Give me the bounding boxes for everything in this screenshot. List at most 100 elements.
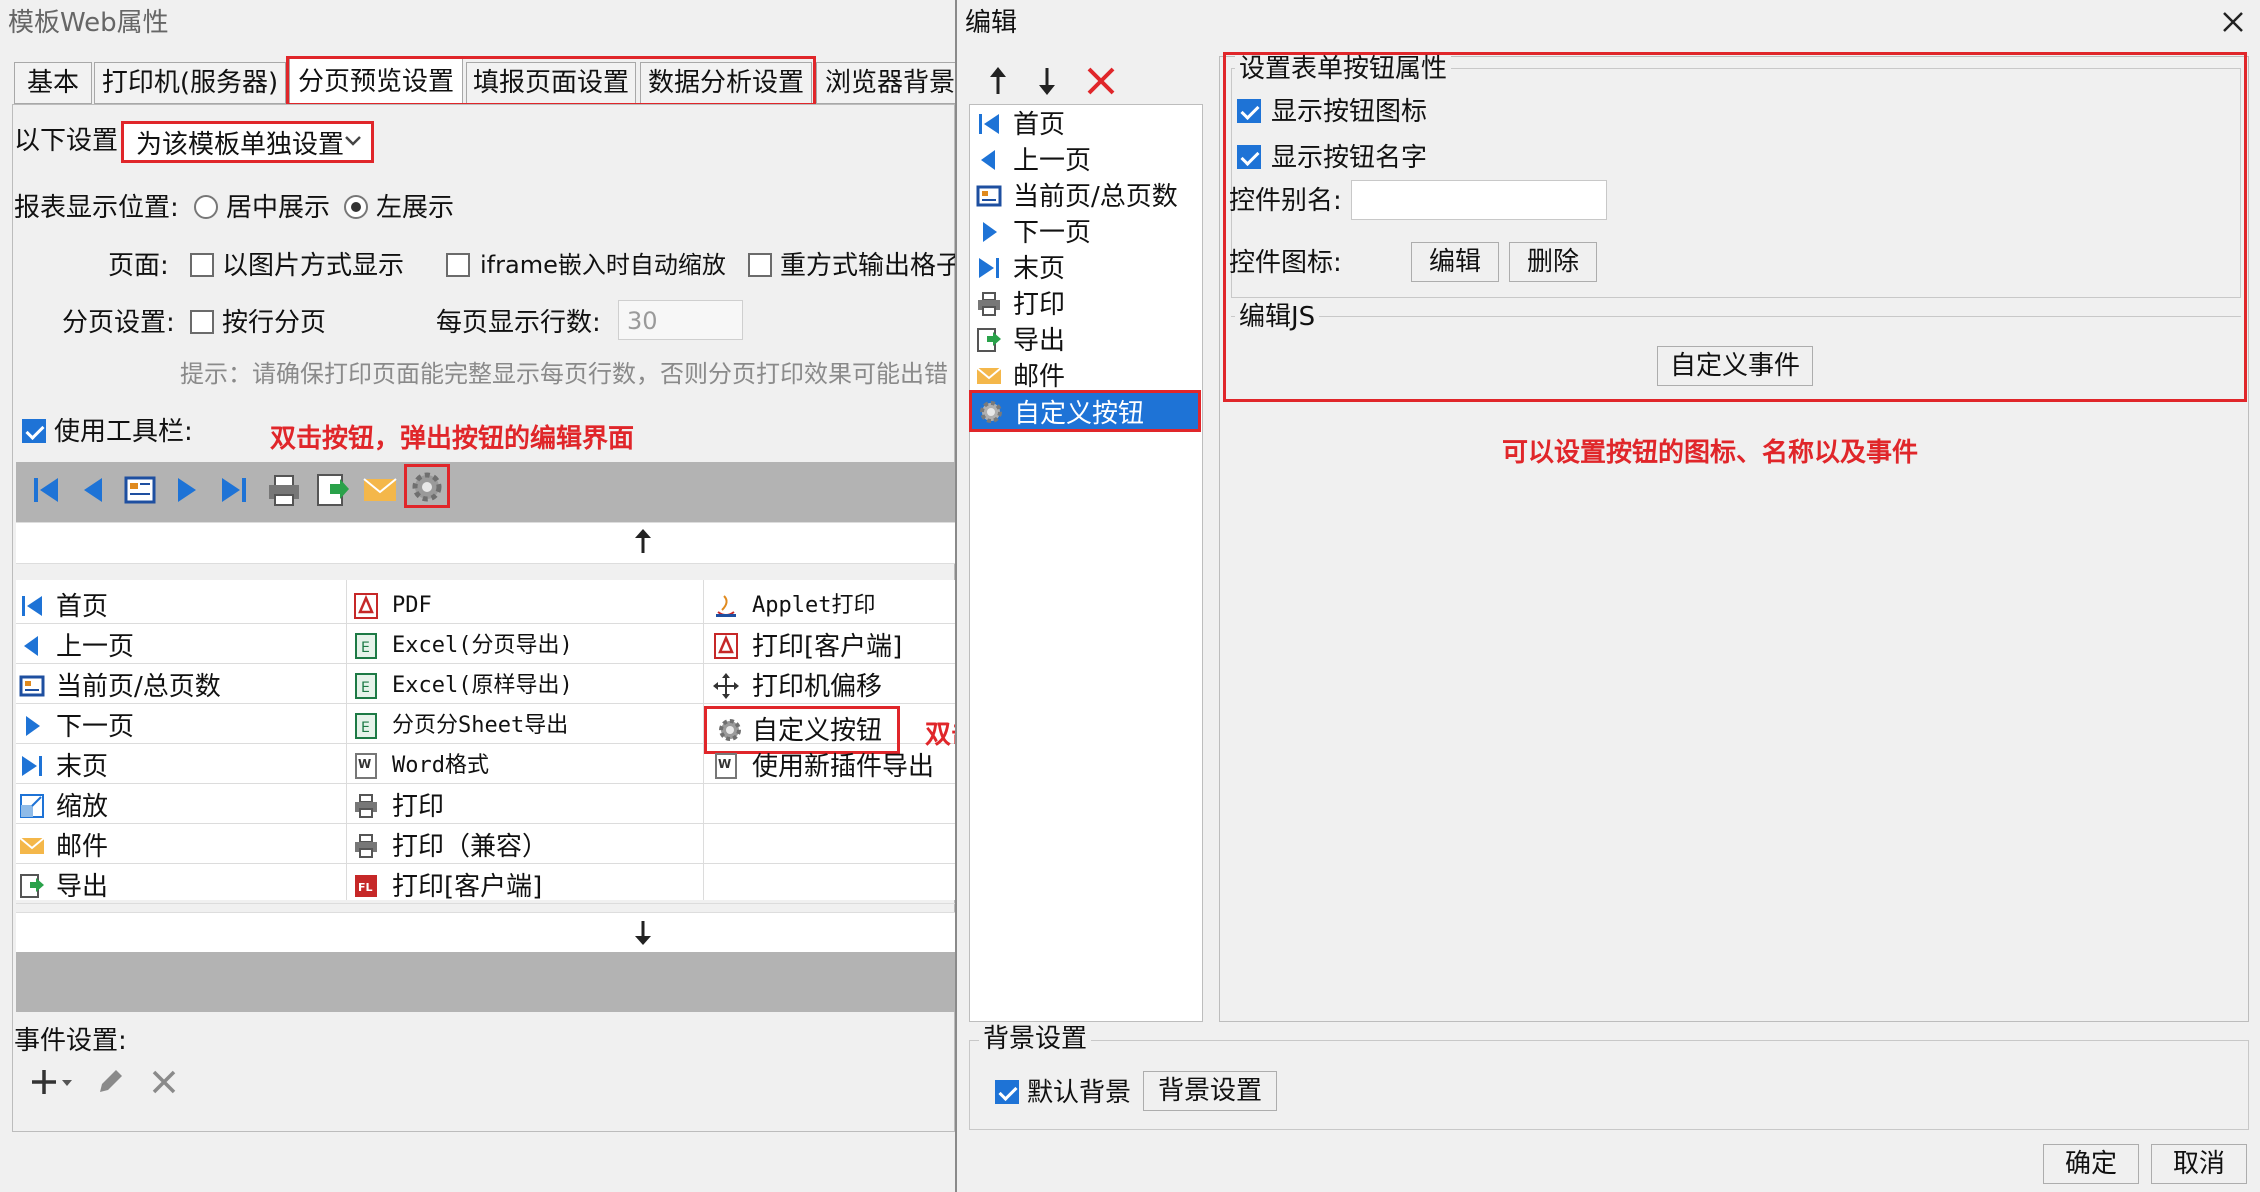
page-count-icon [18,672,46,700]
grid-row [16,784,955,824]
default-bg-label: 默认背景 [1027,1078,1132,1108]
edit-dialog: 编辑 首页 上一页 当前页/总页数 下一页 末页 打印 导出 邮件 自定义按钮 … [955,0,2260,1192]
checkbox-heavy-output[interactable] [748,253,772,277]
prev-page-icon[interactable] [74,470,114,510]
move-up-icon[interactable] [981,64,1015,98]
list-item-email[interactable]: 邮件 [973,358,1197,394]
highlight-tabs [286,56,816,106]
cancel-button[interactable]: 取消 [2151,1144,2247,1184]
email-icon[interactable] [360,470,400,510]
email-icon [18,832,46,860]
grid-footer [16,952,955,1012]
radio-left[interactable] [344,195,368,219]
delete-event-icon[interactable] [148,1066,180,1098]
checkbox-image-display[interactable] [190,253,214,277]
alias-label: 控件别名: [1229,186,1342,216]
prev-page-icon [18,632,46,660]
checkbox-use-toolbar[interactable] [22,419,46,443]
add-event-icon[interactable] [28,1066,78,1098]
excel-icon: E [352,672,380,700]
edit-icon-button[interactable]: 编辑 [1411,242,1499,282]
page-count-icon [975,182,1003,210]
pdf-icon [712,632,740,660]
next-page-icon[interactable] [166,470,206,510]
alias-input[interactable] [1351,180,1607,220]
tab-basic[interactable]: 基本 [14,62,92,104]
word-icon: W [352,752,380,780]
flash-print-icon: FL [352,872,380,900]
page-count-icon[interactable] [120,470,160,510]
setting-label: 以下设置: [14,126,127,156]
last-page-icon [18,752,46,780]
use-toolbar-label: 使用工具栏: [54,417,193,447]
export-icon[interactable] [312,470,352,510]
svg-text:W: W [358,757,371,771]
js-group-title: 编辑JS [1235,304,1320,330]
first-page-icon [18,592,46,620]
print-icon [352,832,380,860]
first-page-icon[interactable] [26,470,66,510]
move-down-icon[interactable] [1030,64,1064,98]
svg-text:E: E [361,640,370,656]
excel-icon: E [352,632,380,660]
paging-label: 分页设置: [62,308,175,338]
java-icon [712,592,740,620]
gear-icon [976,397,1006,427]
svg-text:E: E [361,720,370,736]
print-icon[interactable] [264,470,304,510]
left-window-title: 模板Web属性 [8,8,169,38]
checkbox-iframe-scale[interactable] [446,253,470,277]
export-icon [18,872,46,900]
checkbox-row-paging[interactable] [190,310,214,334]
zoom-icon [18,792,46,820]
print-icon [975,290,1003,318]
prev-page-icon [975,146,1003,174]
svg-text:E: E [361,680,370,696]
radio-center[interactable] [194,195,218,219]
list-item-export[interactable]: 导出 [973,322,1197,358]
list-item-next[interactable]: 下一页 [973,214,1197,250]
background-settings-button[interactable]: 背景设置 [1143,1071,1277,1111]
show-icon-label: 显示按钮图标 [1271,97,1428,127]
arrow-down-icon[interactable] [628,918,658,948]
grid-item-custom-button[interactable]: 自定义按钮 [704,706,900,754]
custom-button-gear-icon[interactable] [404,464,450,508]
tab-printer-server[interactable]: 打印机(服务器) [94,62,286,104]
svg-text:FL: FL [358,881,373,894]
export-icon [975,326,1003,354]
rows-per-page-input[interactable]: 30 [618,300,743,340]
first-page-icon [975,110,1003,138]
position-label: 报表显示位置: [14,193,179,223]
edit-event-icon[interactable] [94,1066,126,1098]
next-page-icon [975,218,1003,246]
arrow-up-icon[interactable] [628,526,658,556]
events-label: 事件设置: [14,1026,127,1056]
page-label: 页面: [108,251,169,281]
custom-event-button[interactable]: 自定义事件 [1657,346,1813,386]
ok-button[interactable]: 确定 [2043,1144,2139,1184]
edit-dialog-title: 编辑 [965,8,1018,38]
checkbox-show-icon[interactable] [1237,99,1261,123]
word-icon: W [712,752,740,780]
list-item-first[interactable]: 首页 [973,106,1197,142]
checkbox-default-bg[interactable] [995,1080,1019,1104]
setting-select[interactable]: 为该模板单独设置 [121,121,374,163]
annotation-toolbar: 双击按钮，弹出按钮的编辑界面 [270,424,635,454]
list-item-custom-button[interactable]: 自定义按钮 [969,390,1201,432]
last-page-icon[interactable] [214,470,254,510]
delete-icon-button[interactable]: 删除 [1509,242,1597,282]
list-item-last[interactable]: 末页 [973,250,1197,286]
chevron-down-icon [342,130,364,152]
left-window: 模板Web属性 基本 打印机(服务器) 分页预览设置 填报页面设置 数据分析设置… [0,0,964,1192]
checkbox-show-name[interactable] [1237,145,1261,169]
remove-icon[interactable] [1084,64,1118,98]
checkbox-iframe-scale-label: iframe嵌入时自动缩放 [480,251,726,279]
tab-browser-bg[interactable]: 浏览器背景 [816,62,964,104]
last-page-icon [975,254,1003,282]
list-item-prev[interactable]: 上一页 [973,142,1197,178]
list-item-page-count[interactable]: 当前页/总页数 [973,178,1197,214]
setting-select-value: 为该模板单独设置 [136,130,345,160]
move-icon [712,672,740,700]
list-item-print[interactable]: 打印 [973,286,1197,322]
close-icon[interactable] [2217,6,2249,38]
